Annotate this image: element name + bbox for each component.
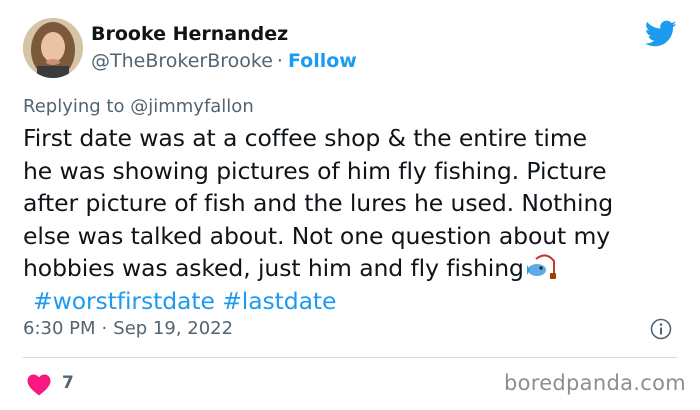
info-icon[interactable]	[650, 318, 672, 340]
author-handle-row: @TheBrokerBrooke · Follow	[91, 50, 357, 72]
tweet-line-last: hobbies was asked, just him and fly fish…	[23, 252, 688, 285]
follow-button[interactable]: Follow	[288, 50, 357, 72]
timestamp-separator: ·	[101, 318, 108, 339]
tweet-line: else was talked about. Not one question …	[23, 221, 611, 250]
reply-prefix: Replying to	[23, 96, 125, 117]
twitter-bird-icon[interactable]	[645, 20, 677, 48]
reply-mention-link[interactable]: @jimmyfallon	[130, 96, 254, 117]
hashtag-link[interactable]: #lastdate	[222, 287, 336, 315]
tweet-timestamp[interactable]: 6:30 PM · Sep 19, 2022	[23, 318, 233, 339]
hashtag-link[interactable]: #worstfirstdate	[33, 287, 215, 315]
avatar[interactable]	[23, 18, 83, 78]
tweet-time: 6:30 PM	[23, 318, 96, 339]
author-handle[interactable]: @TheBrokerBrooke	[91, 50, 273, 72]
tweet-line: he was showing pictures of him fly fishi…	[23, 156, 607, 185]
reply-context: Replying to @jimmyfallon	[23, 96, 254, 117]
tweet-text: First date was at a coffee shop & the en…	[23, 122, 688, 317]
like-count: 7	[62, 373, 74, 393]
watermark: boredpanda.com	[503, 371, 686, 395]
heart-icon[interactable]	[27, 374, 51, 396]
author-name[interactable]: Brooke Hernandez	[91, 23, 288, 45]
hashtags: #worstfirstdate #lastdate	[23, 285, 688, 318]
tweet-line: First date was at a coffee shop & the en…	[23, 124, 588, 152]
separator-dot: ·	[276, 50, 283, 72]
tweet-card: Brooke Hernandez @TheBrokerBrooke · Follow…	[0, 0, 700, 410]
fishing-pole-icon	[526, 254, 556, 279]
tweet-date: Sep 19, 2022	[113, 318, 234, 339]
tweet-line: hobbies was asked, just him and fly fish…	[23, 254, 524, 282]
tweet-line: after picture of fish and the lures he u…	[23, 189, 614, 217]
divider	[23, 357, 677, 358]
